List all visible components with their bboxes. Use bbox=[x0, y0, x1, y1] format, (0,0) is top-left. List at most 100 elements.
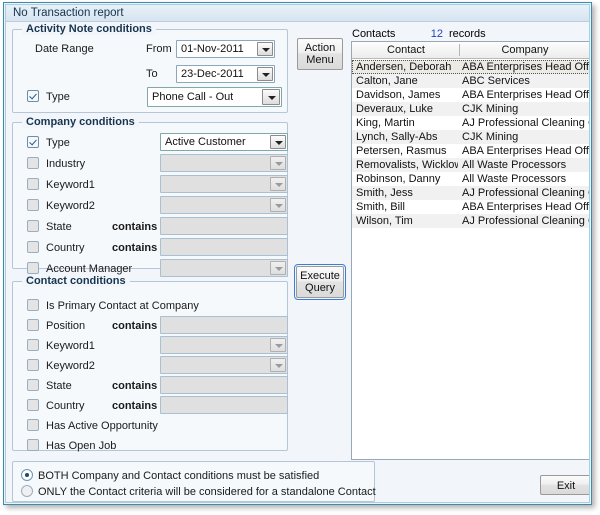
company-condition-field-value-0: Active Customer bbox=[165, 136, 246, 148]
contact-condition-label-4: State bbox=[46, 380, 72, 392]
chevron-down-icon bbox=[270, 177, 286, 191]
column-divider[interactable] bbox=[589, 44, 590, 56]
cell-contact: Smith, Bill bbox=[356, 201, 405, 213]
column-header-company[interactable]: Company bbox=[462, 44, 588, 56]
title-bar: No Transaction report bbox=[6, 5, 589, 22]
execute-query-button[interactable]: Execute Query bbox=[294, 264, 346, 300]
from-label: From bbox=[146, 43, 172, 55]
chevron-down-icon[interactable] bbox=[262, 89, 280, 105]
date-from-value: 01-Nov-2011 bbox=[181, 43, 244, 55]
contact-condition-label-5: Country bbox=[46, 400, 85, 412]
scope-options-panel: BOTH Company and Contact conditions must… bbox=[12, 461, 376, 502]
company-condition-label-5: Country bbox=[46, 242, 85, 254]
execute-query-label-1: Execute bbox=[300, 270, 340, 282]
column-header-contact[interactable]: Contact bbox=[354, 44, 458, 56]
action-menu-button[interactable]: Action Menu bbox=[297, 38, 343, 70]
company-legend: Company conditions bbox=[22, 116, 139, 128]
exit-button[interactable]: Exit bbox=[540, 475, 589, 495]
contact-condition-checkbox-0[interactable] bbox=[27, 299, 39, 311]
contact-condition-checkbox-4[interactable] bbox=[27, 379, 39, 391]
contact-condition-checkbox-2[interactable] bbox=[27, 339, 39, 351]
execute-query-label-2: Query bbox=[305, 282, 335, 294]
chevron-down-icon bbox=[270, 156, 286, 170]
chevron-down-icon[interactable] bbox=[257, 42, 273, 56]
contact-condition-checkbox-1[interactable] bbox=[27, 319, 39, 331]
chevron-down-icon[interactable] bbox=[257, 67, 273, 81]
company-condition-operator-4: contains bbox=[112, 221, 158, 233]
company-condition-checkbox-2[interactable] bbox=[27, 178, 39, 190]
company-condition-checkbox-1[interactable] bbox=[27, 157, 39, 169]
company-condition-field-0[interactable]: Active Customer bbox=[160, 133, 288, 151]
cell-contact: Removalists, Wicklow bbox=[356, 159, 458, 171]
table-row[interactable]: Lynch, Sally-Abs CJK Mining bbox=[352, 130, 589, 144]
table-row[interactable]: Robinson, Danny All Waste Processors bbox=[352, 172, 589, 186]
company-condition-field-2 bbox=[160, 175, 288, 193]
company-condition-checkbox-6[interactable] bbox=[27, 262, 39, 274]
contact-condition-checkbox-5[interactable] bbox=[27, 399, 39, 411]
company-condition-label-4: State bbox=[46, 221, 72, 233]
table-row[interactable]: Davidson, James ABA Enterprises Head Offi… bbox=[352, 88, 589, 102]
activity-type-combo[interactable]: Phone Call - Out bbox=[147, 87, 282, 107]
contact-legend: Contact conditions bbox=[22, 275, 130, 287]
company-condition-checkbox-0[interactable] bbox=[27, 136, 39, 148]
company-condition-field-3 bbox=[160, 196, 288, 214]
cell-contact: Wilson, Tim bbox=[356, 215, 413, 227]
column-divider[interactable] bbox=[459, 44, 460, 56]
contact-condition-label-1: Position bbox=[46, 320, 86, 332]
contact-condition-field-4 bbox=[160, 376, 288, 394]
cell-contact: Petersen, Rasmus bbox=[356, 145, 447, 157]
activity-type-label: Type bbox=[46, 91, 70, 103]
cell-contact: Robinson, Danny bbox=[356, 173, 441, 185]
contacts-list-header: Contact Company bbox=[352, 42, 590, 59]
contact-condition-field-2 bbox=[160, 336, 288, 354]
contact-condition-operator-4: contains bbox=[112, 380, 158, 392]
records-count: 12 bbox=[430, 28, 443, 40]
cell-company: ABA Enterprises Head Office bbox=[462, 61, 590, 73]
table-row[interactable]: Deveraux, Luke CJK Mining bbox=[352, 102, 589, 116]
activity-note-legend: Activity Note conditions bbox=[22, 23, 156, 35]
date-range-label: Date Range bbox=[35, 43, 94, 55]
contact-condition-label-7: Has Open Job bbox=[46, 440, 117, 452]
date-to-combo[interactable]: 23-Dec-2011 bbox=[176, 65, 275, 83]
activity-type-checkbox[interactable] bbox=[27, 90, 39, 102]
cell-company: CJK Mining bbox=[462, 131, 519, 143]
contact-condition-checkbox-6[interactable] bbox=[27, 419, 39, 431]
contact-condition-checkbox-7[interactable] bbox=[27, 439, 39, 451]
cell-contact: King, Martin bbox=[356, 117, 415, 129]
cell-company: AJ Professional Cleaning Group bbox=[462, 117, 589, 129]
date-from-combo[interactable]: 01-Nov-2011 bbox=[176, 40, 275, 58]
table-row[interactable]: Removalists, Wicklow All Waste Processors bbox=[352, 158, 589, 172]
activity-type-value: Phone Call - Out bbox=[152, 91, 234, 103]
company-condition-label-0: Type bbox=[46, 137, 70, 149]
company-condition-checkbox-3[interactable] bbox=[27, 199, 39, 211]
radio-contact-only[interactable] bbox=[21, 485, 33, 497]
contact-condition-operator-5: contains bbox=[112, 400, 158, 412]
table-row[interactable]: Petersen, Rasmus ABA Enterprises Head Off… bbox=[352, 144, 590, 158]
window-title: No Transaction report bbox=[13, 7, 124, 19]
company-condition-checkbox-4[interactable] bbox=[27, 220, 39, 232]
contact-conditions-group: Contact conditions Is Primary Contact at… bbox=[12, 275, 288, 452]
company-condition-field-5 bbox=[160, 238, 288, 256]
company-condition-checkbox-5[interactable] bbox=[27, 241, 39, 253]
contacts-panel-label: Contacts bbox=[352, 28, 396, 40]
table-row[interactable]: Calton, Jane ABC Services bbox=[352, 74, 589, 88]
table-row[interactable]: King, Martin AJ Professional Cleaning Gro… bbox=[352, 116, 589, 130]
radio-both-conditions[interactable] bbox=[21, 469, 33, 481]
cell-contact: Andersen, Deborah bbox=[356, 61, 452, 73]
chevron-down-icon[interactable] bbox=[270, 135, 286, 149]
contact-condition-checkbox-3[interactable] bbox=[27, 359, 39, 371]
table-row[interactable]: Smith, Jess AJ Professional Cleaning Grou… bbox=[352, 186, 589, 200]
cell-company: ABA Enterprises Head Office bbox=[462, 145, 590, 157]
chevron-down-icon bbox=[270, 198, 286, 212]
company-condition-field-1 bbox=[160, 154, 288, 172]
table-row[interactable]: Wilson, Tim AJ Professional Cleaning Grou… bbox=[352, 214, 589, 228]
contact-condition-field-5 bbox=[160, 396, 288, 414]
cell-contact: Deveraux, Luke bbox=[356, 103, 434, 115]
contacts-list[interactable]: Contact Company Andersen, Deborah ABA Ent… bbox=[351, 41, 590, 460]
records-word-label: records bbox=[449, 28, 486, 40]
company-condition-field-4 bbox=[160, 217, 288, 235]
table-row[interactable]: Smith, Bill ABA Enterprises Head Office bbox=[352, 200, 589, 214]
chevron-down-icon bbox=[270, 338, 286, 352]
table-row[interactable]: Andersen, Deborah ABA Enterprises Head Of… bbox=[352, 60, 590, 74]
cell-company: CJK Mining bbox=[462, 103, 519, 115]
